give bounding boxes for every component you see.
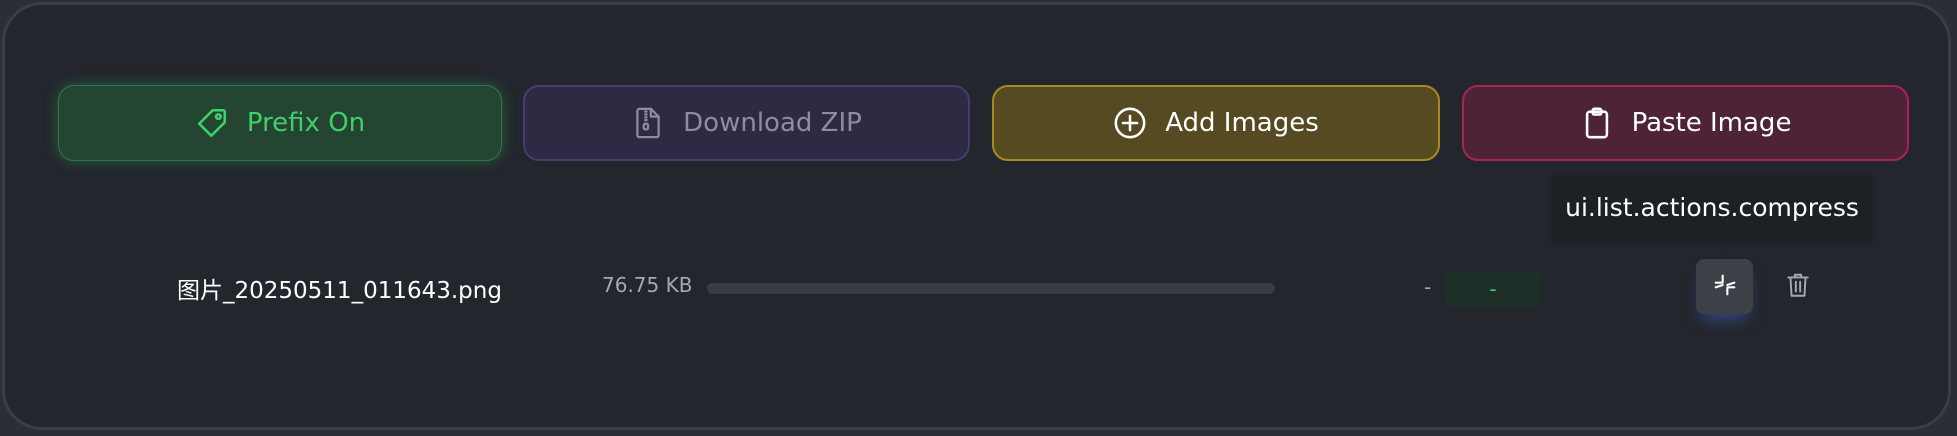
zip-file-icon: [631, 106, 665, 140]
plus-circle-icon: [1113, 106, 1147, 140]
prefix-button-label: Prefix On: [246, 108, 366, 138]
compress-icon: [1711, 271, 1739, 303]
compress-tooltip: ui.list.actions.compress: [1553, 175, 1871, 239]
clipboard-icon: [1580, 106, 1614, 140]
add-images-button[interactable]: Add Images: [992, 85, 1440, 161]
paste-image-button[interactable]: Paste Image: [1462, 85, 1909, 161]
compression-progress-bar: [707, 283, 1275, 294]
file-original-size: 76.75 KB: [602, 273, 693, 297]
trash-icon: [1785, 271, 1811, 303]
paste-image-label: Paste Image: [1631, 108, 1792, 138]
download-zip-button[interactable]: Download ZIP: [523, 85, 970, 161]
compress-button[interactable]: [1696, 259, 1753, 314]
prefix-toggle-button[interactable]: Prefix On: [58, 85, 502, 161]
download-zip-label: Download ZIP: [683, 108, 862, 138]
compression-ratio-badge: -: [1445, 271, 1541, 306]
tag-icon: [195, 106, 229, 140]
image-compressor-panel: Prefix On Download ZIP Add Images Paste …: [2, 2, 1951, 430]
file-name: 图片_20250511_011643.png: [177, 278, 502, 304]
add-images-label: Add Images: [1165, 108, 1319, 138]
delete-button[interactable]: [1783, 271, 1813, 303]
compressed-size-placeholder: -: [1424, 275, 1432, 299]
